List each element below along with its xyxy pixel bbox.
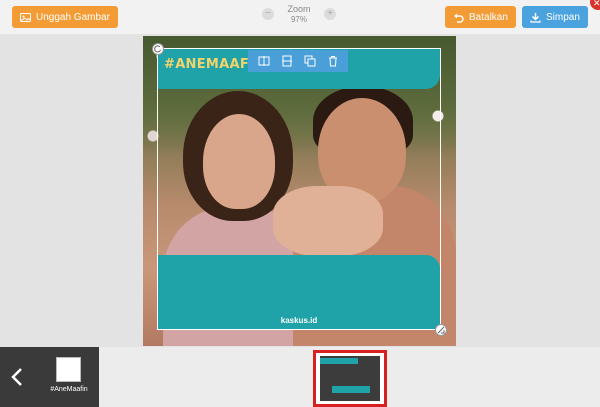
frame-selection-box[interactable] xyxy=(157,48,441,330)
preview-bottom-banner xyxy=(332,386,370,393)
frame-thumbnail-label: #AneMaafin xyxy=(50,386,88,393)
rotate-handle[interactable] xyxy=(152,43,164,55)
frame-thumbnail[interactable] xyxy=(56,357,81,382)
cancel-button[interactable]: Batalkan xyxy=(445,6,516,28)
undo-icon xyxy=(453,12,464,23)
image-upload-icon xyxy=(20,12,31,23)
upload-image-label: Unggah Gambar xyxy=(36,11,110,23)
download-icon xyxy=(530,12,541,23)
save-button[interactable]: Simpan xyxy=(522,6,588,28)
flip-vertical-icon[interactable] xyxy=(280,54,294,68)
frame-tools xyxy=(248,50,348,72)
duplicate-icon[interactable] xyxy=(303,54,317,68)
resize-handle[interactable] xyxy=(435,324,447,336)
zoom-in-button[interactable]: + xyxy=(324,8,336,20)
cancel-label: Batalkan xyxy=(469,11,508,23)
back-arrow-icon[interactable] xyxy=(7,365,27,389)
save-label: Simpan xyxy=(546,11,580,23)
trash-icon[interactable] xyxy=(326,54,340,68)
flip-horizontal-icon[interactable] xyxy=(257,54,271,68)
upload-image-button[interactable]: Unggah Gambar xyxy=(12,6,118,28)
preview-top-banner xyxy=(320,358,358,364)
